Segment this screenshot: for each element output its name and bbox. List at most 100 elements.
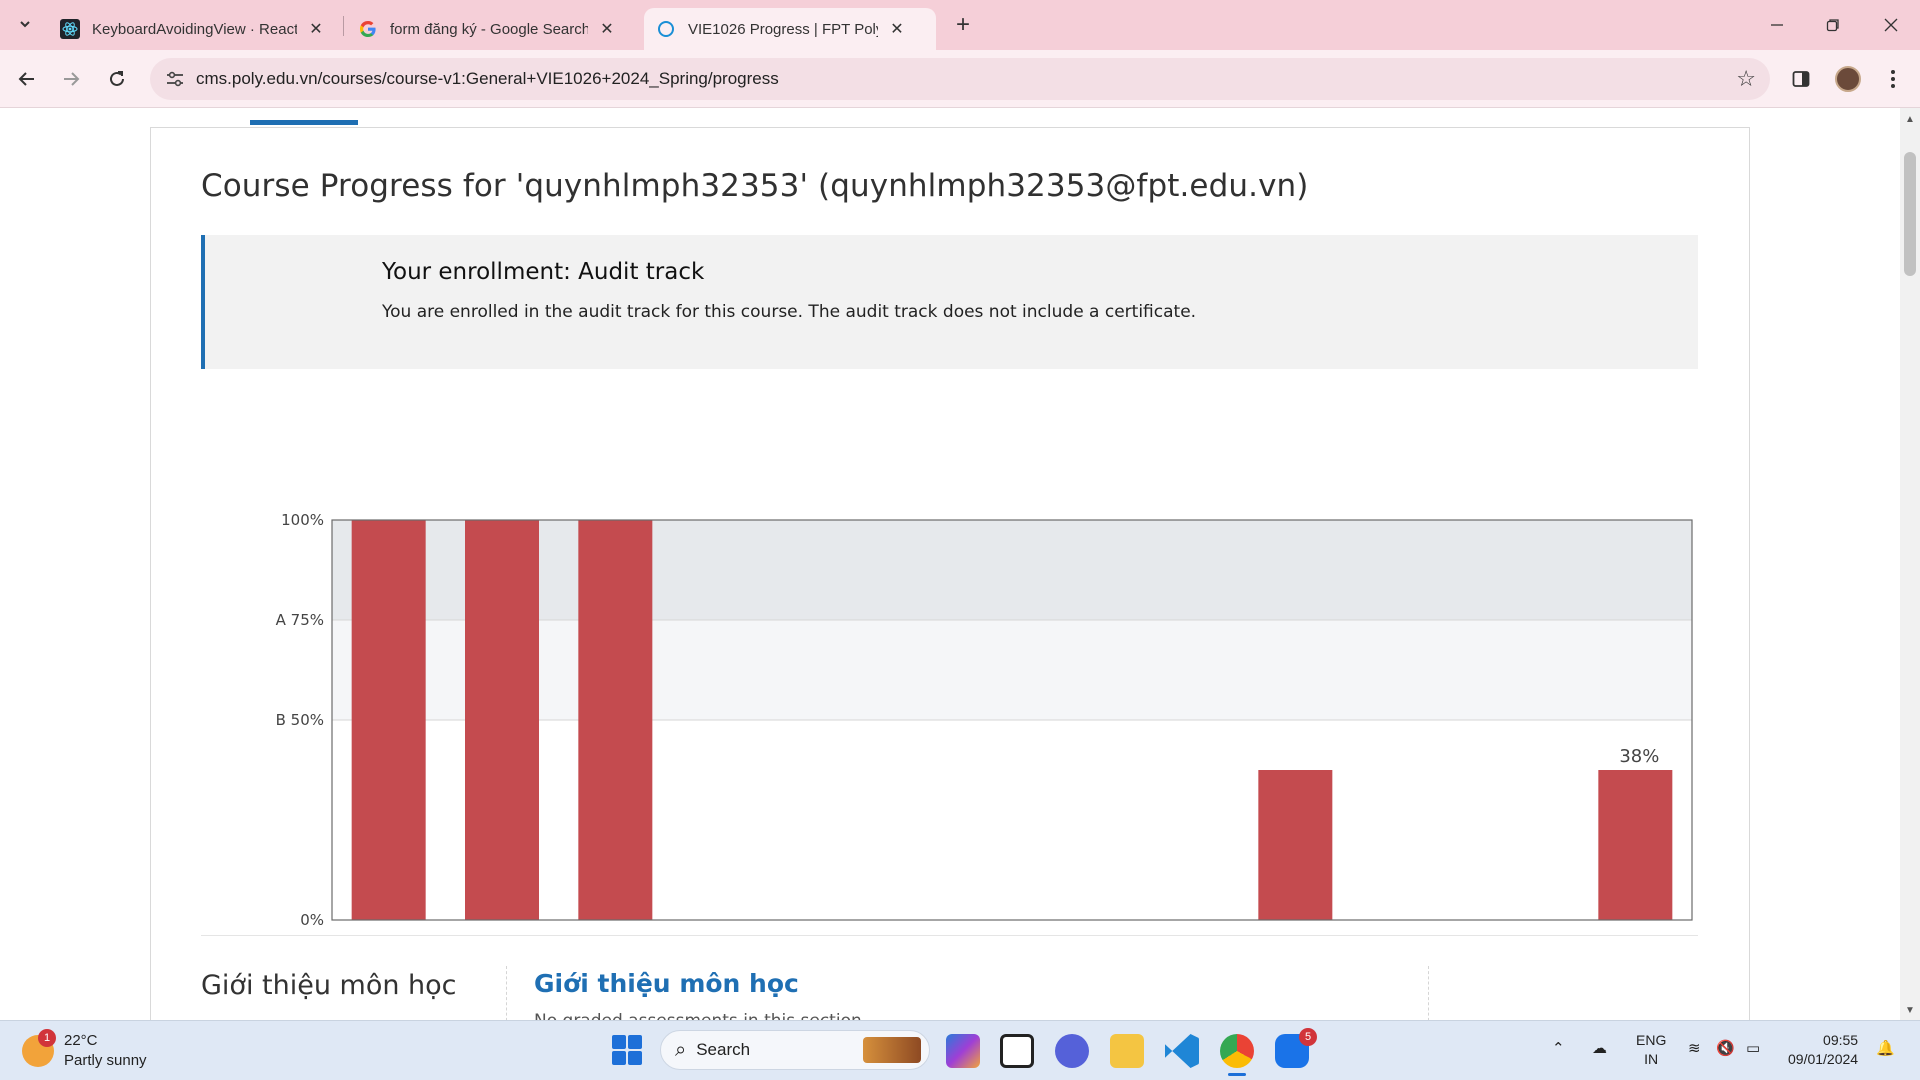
weather-temperature: 22°C (64, 1032, 98, 1049)
bar-total (1598, 770, 1673, 920)
speaker-muted-icon[interactable]: 🔇 (1716, 1039, 1735, 1057)
profile-button[interactable] (1833, 64, 1863, 94)
file-explorer-icon[interactable] (1110, 1034, 1144, 1068)
language-code: ENG (1636, 1032, 1667, 1048)
task-view-icon[interactable] (1000, 1034, 1034, 1068)
minimize-icon (1771, 24, 1783, 26)
tab-course-progress[interactable]: VIE1026 Progress | FPT Polytech ✕ (644, 8, 936, 50)
course-nav-active-indicator (250, 120, 358, 125)
site-info-icon[interactable] (164, 68, 186, 90)
taskbar-search-label: Search (696, 1040, 751, 1059)
new-tab-button[interactable]: + (950, 11, 976, 38)
close-tab-icon[interactable]: ✕ (598, 20, 616, 38)
wifi-icon[interactable]: ≋ (1688, 1039, 1701, 1057)
enrollment-message-box: Your enrollment: Audit track You are enr… (201, 235, 1698, 369)
clock-time: 09:55 (1823, 1032, 1859, 1048)
react-icon (60, 19, 80, 39)
bar-quiz-03 (578, 520, 653, 920)
tab-title: KeyboardAvoidingView · React N (92, 20, 297, 38)
windows-logo-icon (612, 1035, 626, 1049)
chrome-icon[interactable] (1220, 1034, 1254, 1076)
browser-menu-button[interactable] (1878, 64, 1908, 94)
restore-button[interactable] (1818, 10, 1848, 40)
scroll-up-icon[interactable]: ▲ (1905, 114, 1915, 125)
column-separator (1428, 966, 1429, 1020)
keyboard-layout-code: IN (1644, 1051, 1659, 1067)
onedrive-icon[interactable]: ☁ (1592, 1039, 1607, 1057)
notification-badge: 1 (38, 1029, 56, 1047)
battery-icon[interactable]: ▭ (1746, 1039, 1760, 1057)
loading-circle-icon (658, 21, 674, 37)
windows-logo-icon (628, 1051, 642, 1065)
windows-taskbar: 1 22°C Partly sunny ⌕ Search 5 ⌃ ☁ ENG I… (0, 1020, 1920, 1080)
zalo-icon[interactable]: 5 (1275, 1028, 1317, 1068)
enrollment-message: You are enrolled in the audit track for … (382, 302, 1197, 322)
y-tick-label: B 50% (276, 711, 324, 729)
section-link[interactable]: Giới thiệu môn học (534, 969, 799, 998)
url-text[interactable]: cms.poly.edu.vn/courses/course-v1:Genera… (196, 69, 779, 89)
scroll-down-icon[interactable]: ▼ (1905, 1005, 1915, 1016)
scrollbar-thumb[interactable] (1904, 152, 1916, 276)
windows-logo-icon (612, 1051, 626, 1065)
y-tick-label: A 75% (276, 611, 324, 629)
restore-icon (1826, 19, 1839, 32)
tab-separator (343, 16, 344, 36)
minimize-button[interactable] (1762, 10, 1792, 40)
side-panel-button[interactable] (1786, 64, 1816, 94)
forward-button[interactable] (56, 64, 86, 94)
google-icon (360, 21, 376, 37)
close-icon (1884, 18, 1898, 32)
system-clock[interactable]: 09:55 09/01/2024 (1788, 1031, 1858, 1069)
browser-tab-strip: KeyboardAvoidingView · React N ✕ form đă… (0, 0, 1920, 50)
total-data-label: 38% (1619, 746, 1659, 767)
show-hidden-icons-chevron-icon[interactable]: ⌃ (1552, 1039, 1565, 1057)
tab-google-search[interactable]: form đăng ký - Google Search ✕ (346, 8, 628, 50)
address-bar[interactable]: cms.poly.edu.vn/courses/course-v1:Genera… (150, 58, 1770, 100)
start-button[interactable] (612, 1035, 642, 1065)
search-icon: ⌕ (675, 1038, 687, 1061)
bar-quiz-02 (465, 520, 539, 920)
notifications-bell-icon[interactable]: 🔔 (1876, 1039, 1895, 1057)
tab-title: form đăng ký - Google Search (390, 20, 588, 38)
bar-quiz-avg (1258, 770, 1333, 920)
back-button[interactable] (12, 64, 42, 94)
bookmark-star-icon[interactable]: ☆ (1736, 66, 1756, 92)
arrow-right-icon (64, 72, 80, 86)
reload-button[interactable] (102, 64, 132, 94)
plus-icon: + (955, 11, 970, 38)
copilot-app-icon[interactable] (946, 1034, 980, 1068)
close-tab-icon[interactable]: ✕ (888, 20, 906, 38)
side-panel-icon (1792, 71, 1810, 87)
grade-progress-chart: 100%A 75%B 50%0% Quiz 01Quiz 02Quiz 03Qu… (276, 511, 1693, 928)
vscode-icon[interactable] (1165, 1034, 1199, 1068)
tab-title: VIE1026 Progress | FPT Polytech (688, 20, 878, 38)
weather-description: Partly sunny (64, 1052, 147, 1069)
weather-widget[interactable]: 1 22°C Partly sunny (22, 1029, 147, 1071)
browser-toolbar: cms.poly.edu.vn/courses/course-v1:Genera… (0, 50, 1920, 108)
arrow-left-icon (18, 72, 34, 86)
notification-badge: 5 (1299, 1028, 1317, 1046)
y-tick-label: 100% (281, 511, 324, 529)
taskbar-search[interactable]: ⌕ Search (660, 1030, 930, 1070)
y-tick-label: 0% (300, 911, 324, 928)
page-scrollbar[interactable]: ▲ ▼ (1900, 108, 1920, 1020)
teams-chat-icon[interactable] (1055, 1034, 1089, 1068)
tab-search-button[interactable] (12, 11, 38, 37)
more-vertical-icon (1891, 70, 1895, 88)
enrollment-heading: Your enrollment: Audit track (382, 259, 705, 285)
close-tab-icon[interactable]: ✕ (307, 20, 325, 38)
partly-sunny-icon: 1 (22, 1029, 56, 1067)
close-window-button[interactable] (1876, 10, 1906, 40)
clock-date: 09/01/2024 (1788, 1051, 1859, 1067)
section-note: No graded assessments in this section. (534, 1011, 867, 1020)
chapter-title: Giới thiệu môn học (201, 970, 457, 1001)
section-divider (201, 935, 1698, 936)
input-language-indicator[interactable]: ENG IN (1636, 1031, 1666, 1069)
reload-icon (110, 71, 124, 86)
search-highlight-image (863, 1037, 921, 1063)
tab-keyboard-avoiding-view[interactable]: KeyboardAvoidingView · React N ✕ (48, 8, 337, 50)
chevron-down-icon (20, 21, 30, 28)
windows-logo-icon (628, 1035, 642, 1049)
page-viewport: Course Progress for 'quynhlmph32353' (qu… (0, 108, 1900, 1020)
page-title: Course Progress for 'quynhlmph32353' (qu… (201, 168, 1309, 204)
